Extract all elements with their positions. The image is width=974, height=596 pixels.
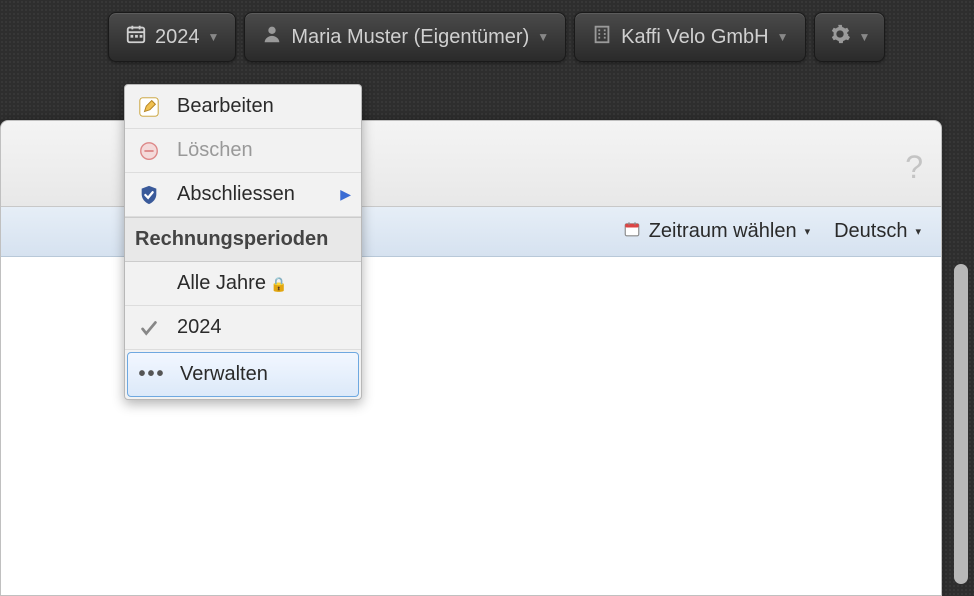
building-icon	[591, 23, 613, 51]
user-selector-button[interactable]: Maria Muster (Eigentümer) ▼	[244, 12, 566, 62]
vertical-scrollbar[interactable]	[954, 264, 968, 584]
menu-item-manage[interactable]: ••• Verwalten	[127, 352, 359, 397]
chevron-down-icon: ▾	[805, 225, 811, 238]
calendar-small-icon	[623, 220, 641, 244]
language-selector[interactable]: Deutsch ▾	[834, 220, 921, 243]
company-selector-button[interactable]: Kaffi Velo GmbH ▼	[574, 12, 805, 62]
delete-icon	[135, 140, 163, 162]
top-toolbar: 2024 ▼ Maria Muster (Eigentümer) ▼ Kaffi…	[0, 0, 974, 74]
menu-item-label: Verwalten	[180, 363, 268, 386]
chevron-down-icon: ▼	[777, 30, 789, 44]
menu-item-label: Alle Jahre🔒	[177, 272, 287, 295]
pencil-icon	[135, 96, 163, 118]
calendar-icon	[125, 23, 147, 51]
chevron-down-icon: ▼	[859, 30, 871, 44]
person-icon	[261, 23, 283, 51]
menu-item-label: Löschen	[177, 139, 253, 162]
chevron-down-icon: ▼	[208, 30, 220, 44]
check-icon	[135, 317, 163, 339]
user-selector-label: Maria Muster (Eigentümer)	[291, 26, 529, 49]
menu-item-close[interactable]: Abschliessen ▶	[125, 173, 361, 217]
chevron-down-icon: ▾	[915, 225, 921, 238]
menu-item-label: 2024	[177, 316, 222, 339]
language-label: Deutsch	[834, 220, 907, 243]
menu-item-year-2024[interactable]: 2024	[125, 306, 361, 350]
year-dropdown-menu: Bearbeiten Löschen Abschliessen ▶ Rechnu…	[124, 84, 362, 400]
date-range-label: Zeitraum wählen	[649, 220, 797, 243]
company-selector-label: Kaffi Velo GmbH	[621, 26, 768, 49]
gear-icon	[829, 23, 851, 51]
menu-item-edit[interactable]: Bearbeiten	[125, 85, 361, 129]
year-selector-button[interactable]: 2024 ▼	[108, 12, 236, 62]
year-selector-label: 2024	[155, 26, 200, 49]
menu-item-label: Bearbeiten	[177, 95, 274, 118]
menu-item-all-years[interactable]: Alle Jahre🔒	[125, 262, 361, 306]
menu-item-label: Abschliessen	[177, 183, 295, 206]
chevron-down-icon: ▼	[537, 30, 549, 44]
shield-check-icon	[135, 184, 163, 206]
lock-icon: 🔒	[270, 276, 287, 292]
settings-button[interactable]: ▼	[814, 12, 886, 62]
ellipsis-icon: •••	[138, 363, 166, 386]
menu-section-header: Rechnungsperioden	[125, 217, 361, 262]
submenu-arrow-icon: ▶	[340, 186, 351, 203]
date-range-picker[interactable]: Zeitraum wählen ▾	[623, 220, 810, 244]
help-icon[interactable]: ?	[905, 149, 923, 186]
menu-item-delete: Löschen	[125, 129, 361, 173]
